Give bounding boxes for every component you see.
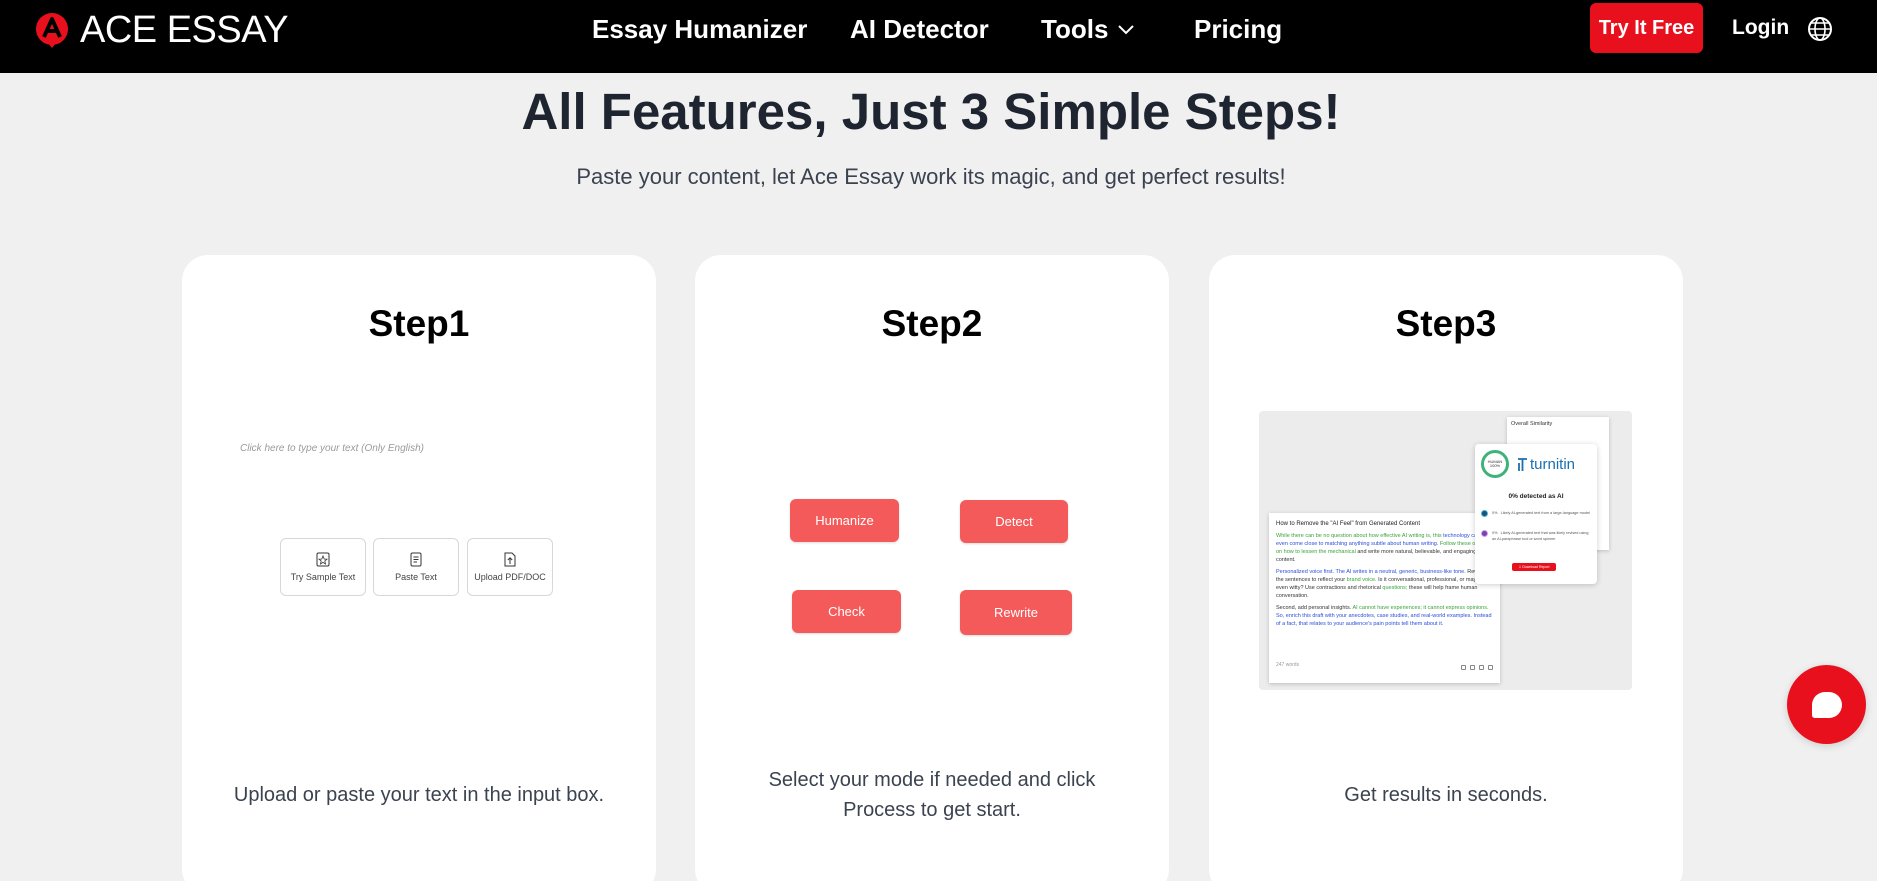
text-input-placeholder[interactable]: Click here to type your text (Only Engli… [240, 443, 424, 454]
login-link[interactable]: Login [1732, 16, 1789, 40]
paste-text-button[interactable]: Paste Text [373, 538, 459, 596]
rewrite-mode-button[interactable]: Rewrite [960, 590, 1072, 635]
top-navbar: ACE ESSAY Essay Humanizer AI Detector To… [0, 0, 1877, 73]
ace-logo-icon [36, 13, 68, 48]
step1-description: Upload or paste your text in the input b… [233, 784, 605, 806]
page-subtitle: Paste your content, let Ace Essay work i… [576, 164, 1286, 189]
nav-essay-humanizer[interactable]: Essay Humanizer [592, 14, 807, 45]
sample-text-icon [316, 552, 330, 567]
preview-download-button: ⇩ Download Report [1512, 563, 1556, 571]
turnitin-logo: turnitin [1517, 456, 1575, 473]
preview-human-ring: HUMAN 100% [1481, 450, 1509, 478]
check-mode-button[interactable]: Check [792, 590, 901, 633]
brand-name: ACE ESSAY [80, 8, 289, 51]
step2-card: Step2 Humanize Detect Check Rewrite Sele… [695, 255, 1169, 881]
turnitin-name: turnitin [1530, 456, 1576, 473]
step1-card: Step1 Click here to type your text (Only… [182, 255, 656, 881]
preview-word-count: 247 words [1276, 662, 1300, 668]
paste-icon [410, 552, 422, 567]
upload-pdf-doc-button[interactable]: Upload PDF/DOC [467, 538, 553, 596]
preview-document: How to Remove the "AI Feel" from Generat… [1269, 513, 1500, 683]
preview-similarity-title: Overall Similarity [1511, 421, 1553, 427]
preview-detector-panel: HUMAN 100% turnitin 0% detected as AI 0%… [1475, 444, 1597, 584]
step3-title: Step3 [1395, 303, 1497, 344]
preview-result-row: 0% Likely AI-generated text that was lik… [1481, 530, 1591, 542]
detect-mode-button[interactable]: Detect [960, 500, 1068, 543]
nav-tools[interactable]: Tools [1041, 14, 1135, 45]
chevron-down-icon [1118, 24, 1135, 34]
results-preview-image: How to Remove the "AI Feel" from Generat… [1259, 411, 1632, 690]
humanize-mode-button[interactable]: Humanize [790, 499, 899, 542]
upload-file-icon [504, 552, 516, 567]
turnitin-logo-icon [1518, 457, 1527, 471]
try-sample-text-label: Try Sample Text [290, 572, 356, 582]
step3-card: Step3 How to Remove the "AI Feel" from G… [1209, 255, 1683, 881]
try-it-free-button[interactable]: Try It Free [1590, 3, 1703, 53]
brand-logo[interactable]: ACE ESSAY [34, 8, 289, 52]
preview-action-icons [1461, 665, 1493, 670]
step2-description: Select your mode if needed and click Pro… [768, 769, 1096, 821]
nav-pricing[interactable]: Pricing [1194, 14, 1282, 45]
preview-result-row: 0% Likely AI-generated text from a large… [1481, 510, 1591, 517]
step2-title: Step2 [881, 303, 983, 344]
paste-text-label: Paste Text [395, 572, 437, 582]
nav-tools-label: Tools [1041, 14, 1109, 44]
globe-icon[interactable] [1807, 16, 1833, 42]
nav-ai-detector[interactable]: AI Detector [850, 14, 989, 45]
page-title: All Features, Just 3 Simple Steps! [521, 83, 1341, 140]
step3-description: Get results in seconds. [1344, 784, 1548, 806]
preview-detected-label: 0% detected as AI [1508, 493, 1564, 500]
upload-pdf-doc-label: Upload PDF/DOC [474, 572, 546, 582]
chat-widget-button[interactable] [1787, 665, 1866, 744]
try-sample-text-button[interactable]: Try Sample Text [280, 538, 366, 596]
chat-bubble-icon [1811, 691, 1842, 718]
preview-doc-title: How to Remove the "AI Feel" from Generat… [1276, 521, 1420, 527]
step1-title: Step1 [368, 303, 470, 344]
